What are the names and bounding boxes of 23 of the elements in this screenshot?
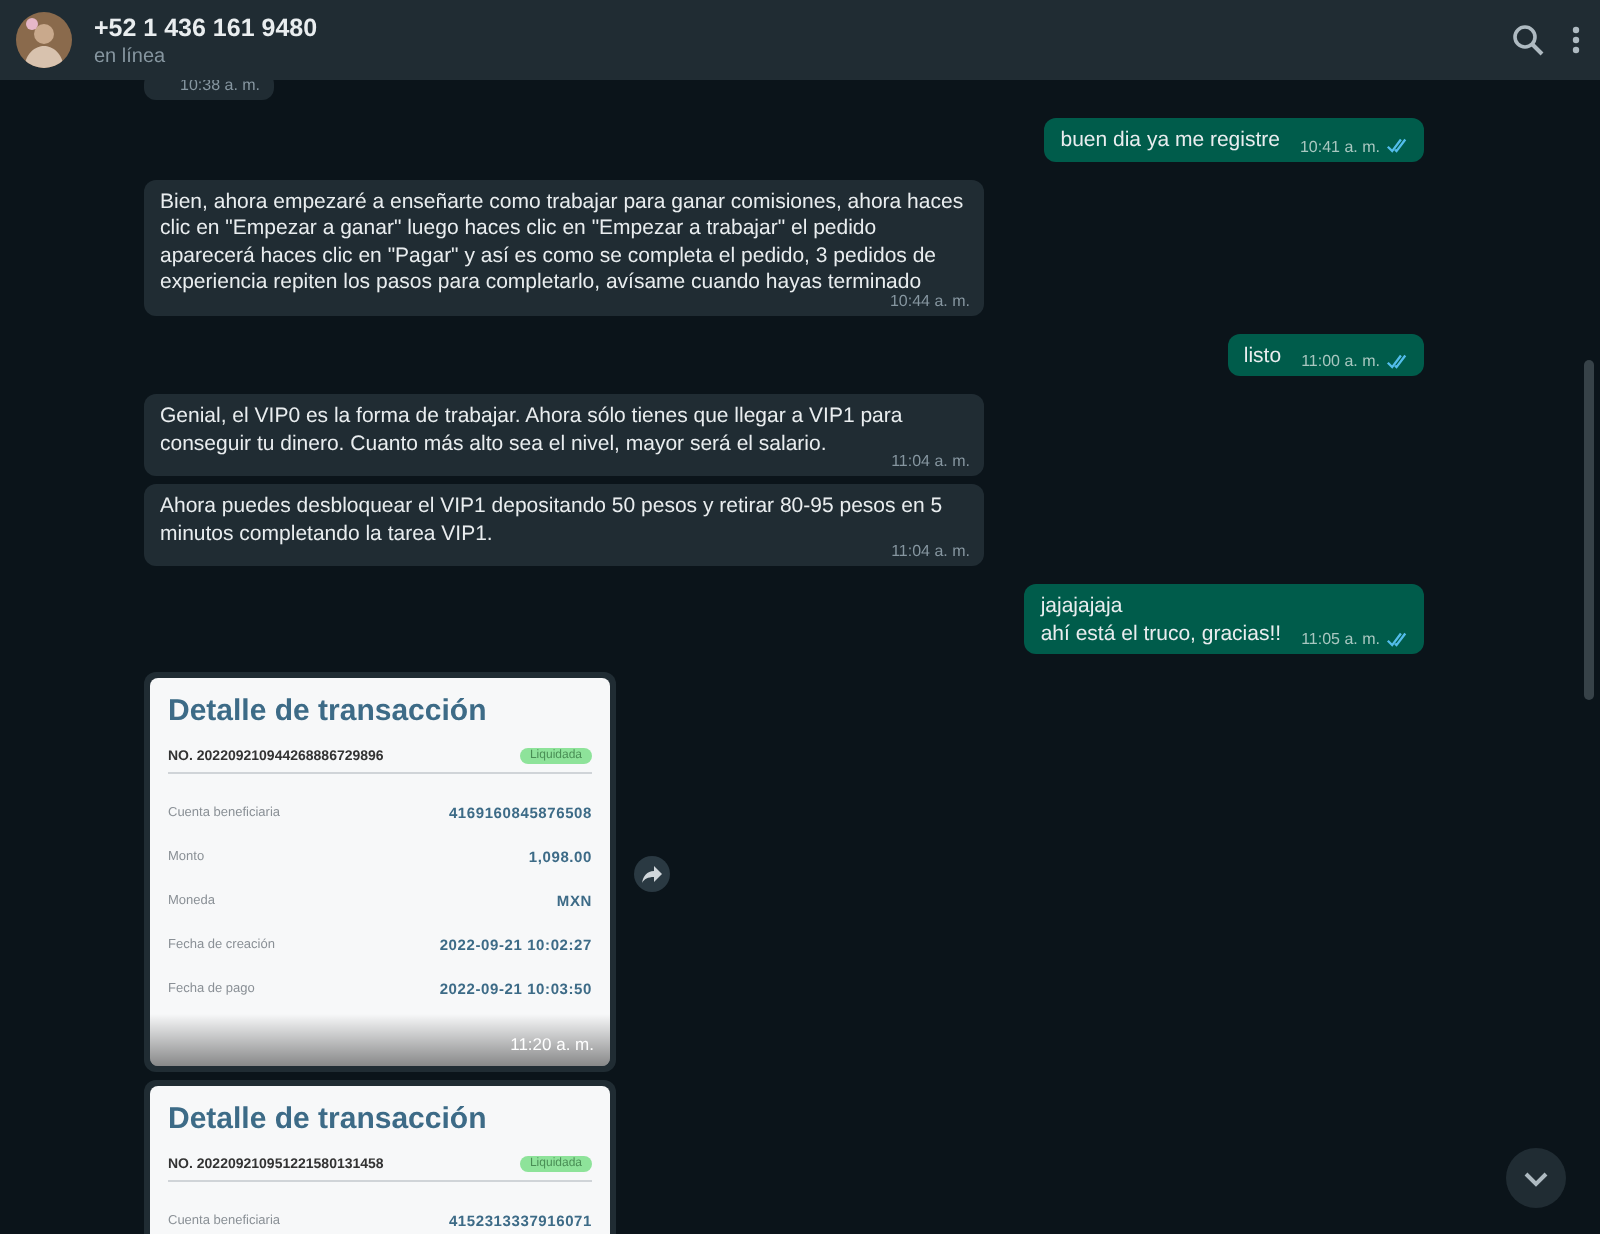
scrollbar-thumb[interactable] xyxy=(1584,360,1594,700)
receipt-title: Detalle de transacción xyxy=(168,1102,489,1136)
message-time: 11:04 a. m. xyxy=(891,540,970,562)
receipt-title: Detalle de transacción xyxy=(168,694,489,728)
message-text: jajajajaja ahí está el truco, gracias!! xyxy=(1040,594,1282,648)
message-time: 11:00 a. m. xyxy=(1301,350,1380,372)
scroll-down-button[interactable] xyxy=(1506,1148,1566,1208)
contact-status: en línea xyxy=(94,45,168,67)
menu-icon[interactable] xyxy=(1572,26,1580,54)
message-time: 10:44 a. m. xyxy=(889,289,970,311)
message-text: listo xyxy=(1243,343,1282,370)
forward-icon[interactable] xyxy=(634,856,670,892)
message-time: 10:41 a. m. xyxy=(1299,135,1380,157)
contact-name: +52 1 436 161 9480 xyxy=(94,13,320,41)
message-text: buen dia ya me registre xyxy=(1060,128,1280,155)
message-time: 11:05 a. m. xyxy=(1301,628,1380,650)
message-text: Ahora puedes desbloquear el VIP1 depositando 50 pesos y retirar 80-95 pesos en 5 minutos completando la tarea VIP1. xyxy=(160,494,945,545)
message-time: 11:20 a. m. xyxy=(510,1034,594,1054)
message-text: Bien, ahora empezaré a enseñarte como trabajar para ganar comisiones, ahora haces clic en "Empezar a ganar" luego haces clic en "Empezar a trabajar" el pedido aparecerá haces clic en "Pagar" y así es como se completa el pedido, 3 pedidos de experiencia repiten los pasos para completarlo, avísame cuando hayas terminado xyxy=(160,189,966,294)
avatar[interactable] xyxy=(16,12,72,68)
search-icon[interactable] xyxy=(1512,24,1544,56)
message-text: Genial, el VIP0 es la forma de trabajar. Ahora sólo tienes que llegar a VIP1 para conseguir tu dinero. Cuanto más alto sea el nivel, mayor será el salario. xyxy=(160,404,903,455)
message-time: 11:04 a. m. xyxy=(891,450,970,472)
